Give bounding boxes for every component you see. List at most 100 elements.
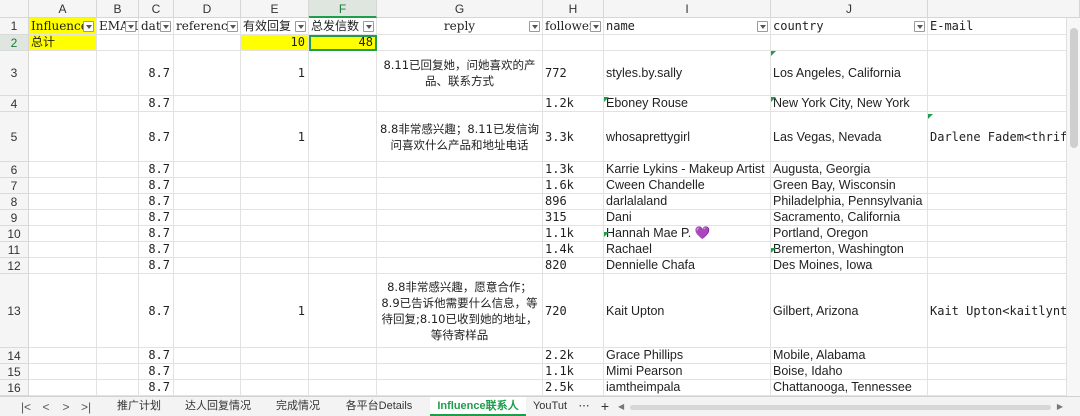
tab-youtube[interactable]: YouTut <box>528 397 572 416</box>
filter-dropdown-icon[interactable] <box>590 21 601 32</box>
row-header-6[interactable]: 6 <box>0 162 29 178</box>
cell-email[interactable] <box>97 226 139 242</box>
cell-followers[interactable]: 315 <box>543 210 604 226</box>
cell-influencer[interactable] <box>29 178 97 194</box>
cell-name[interactable]: Grace Phillips <box>604 348 771 364</box>
cell-date[interactable]: 8.7 <box>139 380 174 396</box>
cell-email-address[interactable] <box>928 380 1080 396</box>
cell-followers[interactable]: 896 <box>543 194 604 210</box>
cell-country[interactable]: Philadelphia, Pennsylvania <box>771 194 928 210</box>
cell-email[interactable] <box>97 380 139 396</box>
cell-total-sent[interactable] <box>309 348 377 364</box>
add-sheet-icon[interactable]: + <box>596 397 614 416</box>
cell-email[interactable] <box>97 348 139 364</box>
cell-valid-replies[interactable] <box>241 226 309 242</box>
tab-platform-details[interactable]: 各平台Details <box>336 397 422 416</box>
cell-email-address[interactable] <box>928 35 1080 51</box>
row-header-5[interactable]: 5 <box>0 112 29 162</box>
cell-date[interactable]: 8.7 <box>139 258 174 274</box>
cell-date[interactable]: 8.7 <box>139 178 174 194</box>
select-all-corner[interactable] <box>0 0 29 18</box>
cell-followers[interactable]: 720 <box>543 274 604 348</box>
cell-total-sent[interactable] <box>309 178 377 194</box>
cell-followers[interactable]: 1.4k <box>543 242 604 258</box>
more-tabs-icon[interactable]: ⋯ <box>574 397 594 416</box>
cell-followers[interactable]: 1.3k <box>543 162 604 178</box>
cell-email[interactable] <box>97 274 139 348</box>
cell-name[interactable]: whosaprettygirl <box>604 112 771 162</box>
cell-date[interactable]: 8.7 <box>139 51 174 96</box>
cell-valid-replies[interactable] <box>241 178 309 194</box>
cell-reference[interactable] <box>174 364 241 380</box>
row-header-13[interactable]: 13 <box>0 274 29 348</box>
cell-reference[interactable] <box>174 380 241 396</box>
cell-valid-replies[interactable] <box>241 162 309 178</box>
cell-name[interactable]: Dennielle Chafa <box>604 258 771 274</box>
row-header-15[interactable]: 15 <box>0 364 29 380</box>
filter-dropdown-icon[interactable] <box>83 21 94 32</box>
cell-email[interactable] <box>97 51 139 96</box>
column-header-i[interactable]: I <box>604 0 771 18</box>
row-header-8[interactable]: 8 <box>0 194 29 210</box>
cell-valid-replies[interactable]: 1 <box>241 51 309 96</box>
row-header-14[interactable]: 14 <box>0 348 29 364</box>
cell-total-sent[interactable] <box>309 162 377 178</box>
column-header-g[interactable]: G <box>377 0 543 18</box>
cell-reference[interactable] <box>174 274 241 348</box>
header-followers[interactable]: followers <box>543 18 604 35</box>
column-header-e[interactable]: E <box>241 0 309 18</box>
cell-name[interactable]: Hannah Mae P. 💜 <box>604 226 771 242</box>
header-name[interactable]: name <box>604 18 771 35</box>
last-sheet-icon[interactable]: >| <box>78 399 94 415</box>
cell-total-sent[interactable] <box>309 364 377 380</box>
vertical-scrollbar-thumb[interactable] <box>1070 28 1078 148</box>
cell-influencer[interactable] <box>29 274 97 348</box>
cell-email-address[interactable] <box>928 364 1080 380</box>
cell-followers[interactable]: 820 <box>543 258 604 274</box>
cell-email-address[interactable] <box>928 162 1080 178</box>
row-header-16[interactable]: 16 <box>0 380 29 396</box>
cell-valid-replies[interactable] <box>241 380 309 396</box>
cell-total-sent[interactable] <box>309 380 377 396</box>
cell-country[interactable]: Chattanooga, Tennessee <box>771 380 928 396</box>
cell-reply[interactable] <box>377 194 543 210</box>
header-influencer[interactable]: Influencer <box>29 18 97 35</box>
cell-total-sent[interactable] <box>309 226 377 242</box>
cell-total-sent[interactable] <box>309 258 377 274</box>
row-header-1[interactable]: 1 <box>0 18 29 35</box>
cell-date[interactable]: 8.7 <box>139 112 174 162</box>
cell-followers[interactable]: 2.5k <box>543 380 604 396</box>
cell-total-sent[interactable] <box>309 242 377 258</box>
vertical-scrollbar[interactable] <box>1066 18 1080 396</box>
cell-reference[interactable] <box>174 210 241 226</box>
filter-dropdown-icon[interactable] <box>757 21 768 32</box>
column-header-a[interactable]: A <box>29 0 97 18</box>
header-reference[interactable]: reference <box>174 18 241 35</box>
cell-name[interactable]: Dani <box>604 210 771 226</box>
row-header-3[interactable]: 3 <box>0 51 29 96</box>
cell-email-address[interactable] <box>928 194 1080 210</box>
cell-followers[interactable]: 772 <box>543 51 604 96</box>
cell-country[interactable]: Boise, Idaho <box>771 364 928 380</box>
cell-valid-replies[interactable]: 1 <box>241 112 309 162</box>
cell-influencer[interactable] <box>29 348 97 364</box>
cell-email-address[interactable] <box>928 242 1080 258</box>
cell-reference[interactable] <box>174 51 241 96</box>
cell-email-address[interactable]: Darlene Fadem<thriftn <box>928 112 1080 162</box>
row-header-11[interactable]: 11 <box>0 242 29 258</box>
scroll-right-icon[interactable]: ▶ <box>1057 402 1063 412</box>
next-sheet-icon[interactable]: > <box>58 399 74 415</box>
cell-reply[interactable] <box>377 210 543 226</box>
cell-country[interactable]: Portland, Oregon <box>771 226 928 242</box>
cell-reference[interactable] <box>174 242 241 258</box>
tab-influence-contacts[interactable]: Influence联系人 <box>430 397 526 416</box>
cell-country[interactable]: Augusta, Georgia <box>771 162 928 178</box>
tab-promotion-plan[interactable]: 推广计划 <box>108 397 170 416</box>
cell-email[interactable] <box>97 35 139 51</box>
cell-valid-replies[interactable]: 10 <box>241 35 309 51</box>
cell-reference[interactable] <box>174 96 241 112</box>
horizontal-scrollbar-thumb[interactable] <box>630 405 1051 410</box>
cell-influencer[interactable] <box>29 226 97 242</box>
cell-date[interactable] <box>139 35 174 51</box>
cell-followers[interactable]: 2.2k <box>543 348 604 364</box>
